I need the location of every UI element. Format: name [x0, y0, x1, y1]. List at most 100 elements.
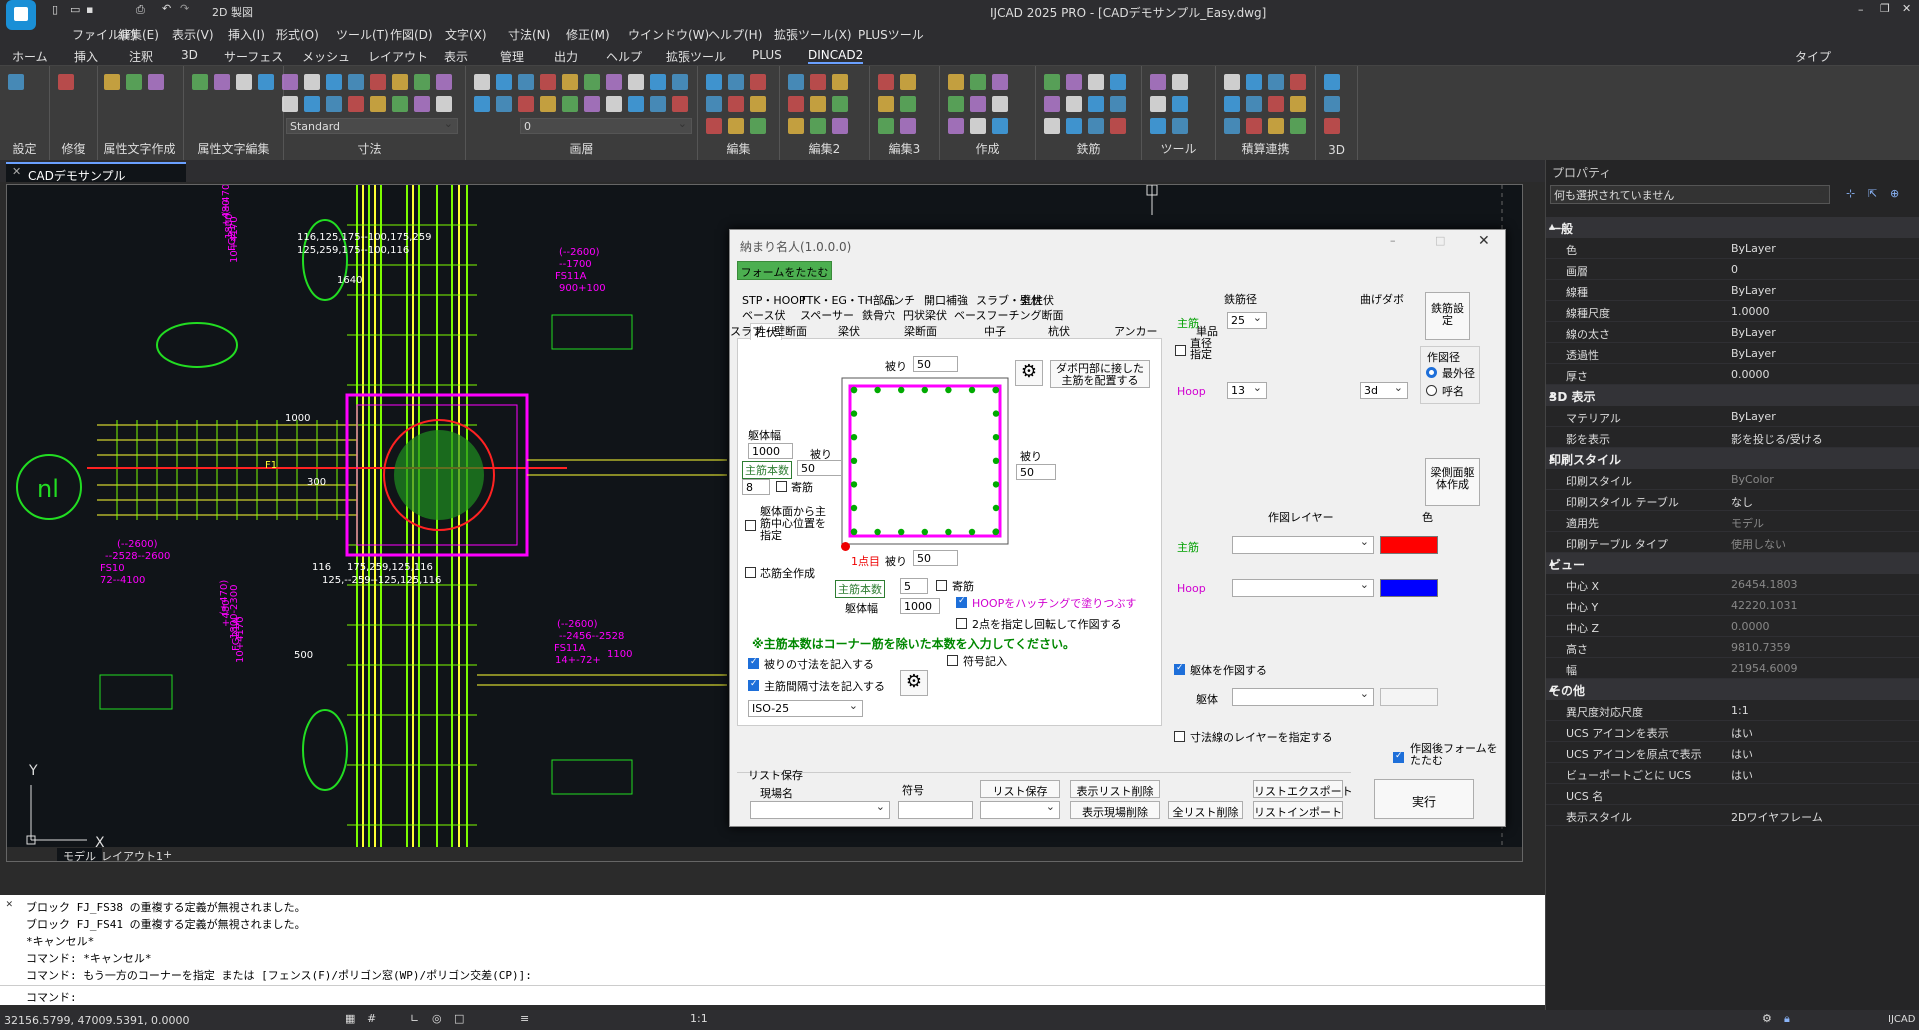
dialog-tab[interactable]: 杭伏	[1048, 323, 1070, 339]
menu-item[interactable]: 拡張ツール(X)	[774, 26, 852, 43]
ribbon-tool-icon[interactable]	[1224, 74, 1240, 90]
props-row[interactable]: 影を表示 影を投じる/受ける	[1546, 427, 1919, 448]
ribbon-tab[interactable]: 3D	[181, 48, 198, 62]
props-section[interactable]: 一般 ▴	[1546, 217, 1919, 238]
ribbon-tool-icon[interactable]	[810, 118, 826, 134]
doc-tab-active[interactable]: ✕ CADデモサンプル_Easy.dwg	[6, 162, 186, 198]
ribbon-tool-icon[interactable]	[1246, 118, 1262, 134]
ribbon-tool-icon[interactable]	[562, 96, 578, 112]
props-row[interactable]: 異尺度対応尺度 1:1	[1546, 700, 1919, 721]
selection-select[interactable]: 何も選択されていません	[1550, 184, 1830, 204]
show-list-delete-button[interactable]: 表示リスト削除	[1070, 780, 1160, 798]
dialog-tab[interactable]: ベース伏	[742, 307, 785, 323]
hoop-layer-select[interactable]	[1232, 578, 1374, 597]
main-layer-select[interactable]	[1232, 535, 1374, 554]
scale-icon[interactable]: 1:1	[690, 1012, 708, 1025]
workspace-select[interactable]: 2D 製図	[212, 4, 253, 20]
ribbon-tool-icon[interactable]	[810, 96, 826, 112]
ribbon-tool-icon[interactable]	[1150, 96, 1166, 112]
dimstyle-select[interactable]: ISO-25	[748, 699, 863, 717]
ribbon-tool-icon[interactable]	[1110, 118, 1126, 134]
ribbon-tab[interactable]: サーフェス	[224, 48, 283, 65]
ribbon-tool-icon[interactable]	[606, 96, 622, 112]
props-section[interactable]: ビュー ▴	[1546, 553, 1919, 574]
dialog-minimize-icon[interactable]: –	[1390, 234, 1396, 247]
ribbon-tool-icon[interactable]	[878, 96, 894, 112]
ribbon-tool-icon[interactable]	[370, 74, 386, 90]
dim-style-select[interactable]: Standard	[286, 117, 458, 134]
ribbon-tool-icon[interactable]	[970, 118, 986, 134]
props-row[interactable]: 線の太さ ByLayer	[1546, 322, 1919, 343]
ribbon-tool-icon[interactable]	[392, 74, 408, 90]
ribbon-tab[interactable]: 注釈	[129, 48, 153, 65]
ribbon-tool-icon[interactable]	[628, 96, 644, 112]
props-row[interactable]: 厚さ 0.0000	[1546, 364, 1919, 385]
core-all-checkbox[interactable]	[745, 567, 756, 578]
ribbon-tool-icon[interactable]	[992, 118, 1008, 134]
ribbon-tool-icon[interactable]	[1044, 118, 1060, 134]
props-section[interactable]: 印刷スタイル ▴	[1546, 448, 1919, 469]
ribbon-tool-icon[interactable]	[948, 118, 964, 134]
ribbon-tool-icon[interactable]	[1172, 74, 1188, 90]
count-left-input[interactable]: 8	[742, 479, 770, 495]
ribbon-tool-icon[interactable]	[326, 96, 342, 112]
polar-icon[interactable]: ◎	[432, 1012, 442, 1025]
ribbon-tool-icon[interactable]	[1150, 74, 1166, 90]
close-icon[interactable]: ✕	[1902, 2, 1911, 15]
menu-item[interactable]: 挿入(I)	[228, 26, 265, 43]
ribbon-tool-icon[interactable]	[326, 74, 342, 90]
code-input[interactable]	[898, 801, 973, 819]
ribbon-tool-icon[interactable]	[1066, 96, 1082, 112]
layer-select[interactable]: 0	[520, 117, 692, 134]
dialog-maximize-icon[interactable]: □	[1435, 234, 1445, 247]
dialog-tab[interactable]: ベースフーチング断面	[954, 307, 1063, 323]
layout-tab[interactable]: +	[157, 848, 178, 861]
props-row[interactable]: 中心 X 26454.1803	[1546, 574, 1919, 595]
ribbon-tool-icon[interactable]	[436, 96, 452, 112]
main-dia-select[interactable]: 25	[1227, 311, 1267, 329]
ribbon-tab[interactable]: PLUS	[752, 48, 782, 62]
select-objects-icon[interactable]: ⇱	[1868, 187, 1877, 200]
dim-layer-checkbox[interactable]	[1174, 731, 1185, 742]
dialog-tab[interactable]: 鉄骨穴	[862, 307, 895, 323]
dialog-tab[interactable]: スペーサー	[800, 307, 854, 323]
ribbon-tool-icon[interactable]	[1088, 74, 1104, 90]
dialog-tab[interactable]: 円状梁伏	[903, 307, 947, 323]
props-section[interactable]: その他 ▴	[1546, 679, 1919, 700]
run-button[interactable]: 実行	[1374, 779, 1474, 819]
props-row[interactable]: 表示スタイル 2Dワイヤフレーム	[1546, 805, 1919, 826]
ribbon-tool-icon[interactable]	[832, 96, 848, 112]
ribbon-tool-icon[interactable]	[900, 74, 916, 90]
ribbon-tool-icon[interactable]	[1044, 96, 1060, 112]
collapse-icon[interactable]: ▴	[1549, 681, 1912, 695]
props-row[interactable]: 中心 Y 42220.1031	[1546, 595, 1919, 616]
hoop-color-swatch[interactable]	[1380, 579, 1438, 597]
ribbon-tool-icon[interactable]	[1290, 96, 1306, 112]
ribbon-tool-icon[interactable]	[1268, 96, 1284, 112]
menu-item[interactable]: PLUSツール	[858, 26, 924, 43]
hoop-bend-select[interactable]: 3d	[1360, 381, 1408, 399]
rotate-checkbox[interactable]	[956, 618, 967, 629]
hoop-dia-select[interactable]: 13	[1227, 381, 1267, 399]
props-row[interactable]: 印刷スタイル テーブル なし	[1546, 490, 1919, 511]
grid-icon[interactable]: ▦	[345, 1012, 355, 1025]
dialog-tab[interactable]: 開口補強	[924, 292, 968, 308]
dialog-tab[interactable]: 丸柱伏	[1021, 292, 1054, 308]
dia-outer-radio[interactable]	[1426, 367, 1437, 378]
ribbon-tab[interactable]: ヘルプ	[606, 48, 642, 65]
ribbon-tool-icon[interactable]	[900, 118, 916, 134]
ribbon-tool-icon[interactable]	[878, 74, 894, 90]
count-bottom-input[interactable]: 5	[900, 578, 928, 594]
ribbon-tool-icon[interactable]	[1044, 74, 1060, 90]
ribbon-tool-icon[interactable]	[750, 118, 766, 134]
ribbon-tool-icon[interactable]	[214, 74, 230, 90]
ribbon-tool-icon[interactable]	[474, 74, 490, 90]
ribbon-tool-icon[interactable]	[258, 74, 274, 90]
fold-after-checkbox[interactable]	[1393, 751, 1404, 763]
ribbon-tool-icon[interactable]	[540, 96, 556, 112]
ribbon-tool-icon[interactable]	[1088, 96, 1104, 112]
ribbon-tool-icon[interactable]	[304, 74, 320, 90]
ribbon-tool-icon[interactable]	[706, 74, 722, 90]
print-icon[interactable]: ⎙	[136, 3, 145, 17]
ribbon-tool-icon[interactable]	[650, 96, 666, 112]
